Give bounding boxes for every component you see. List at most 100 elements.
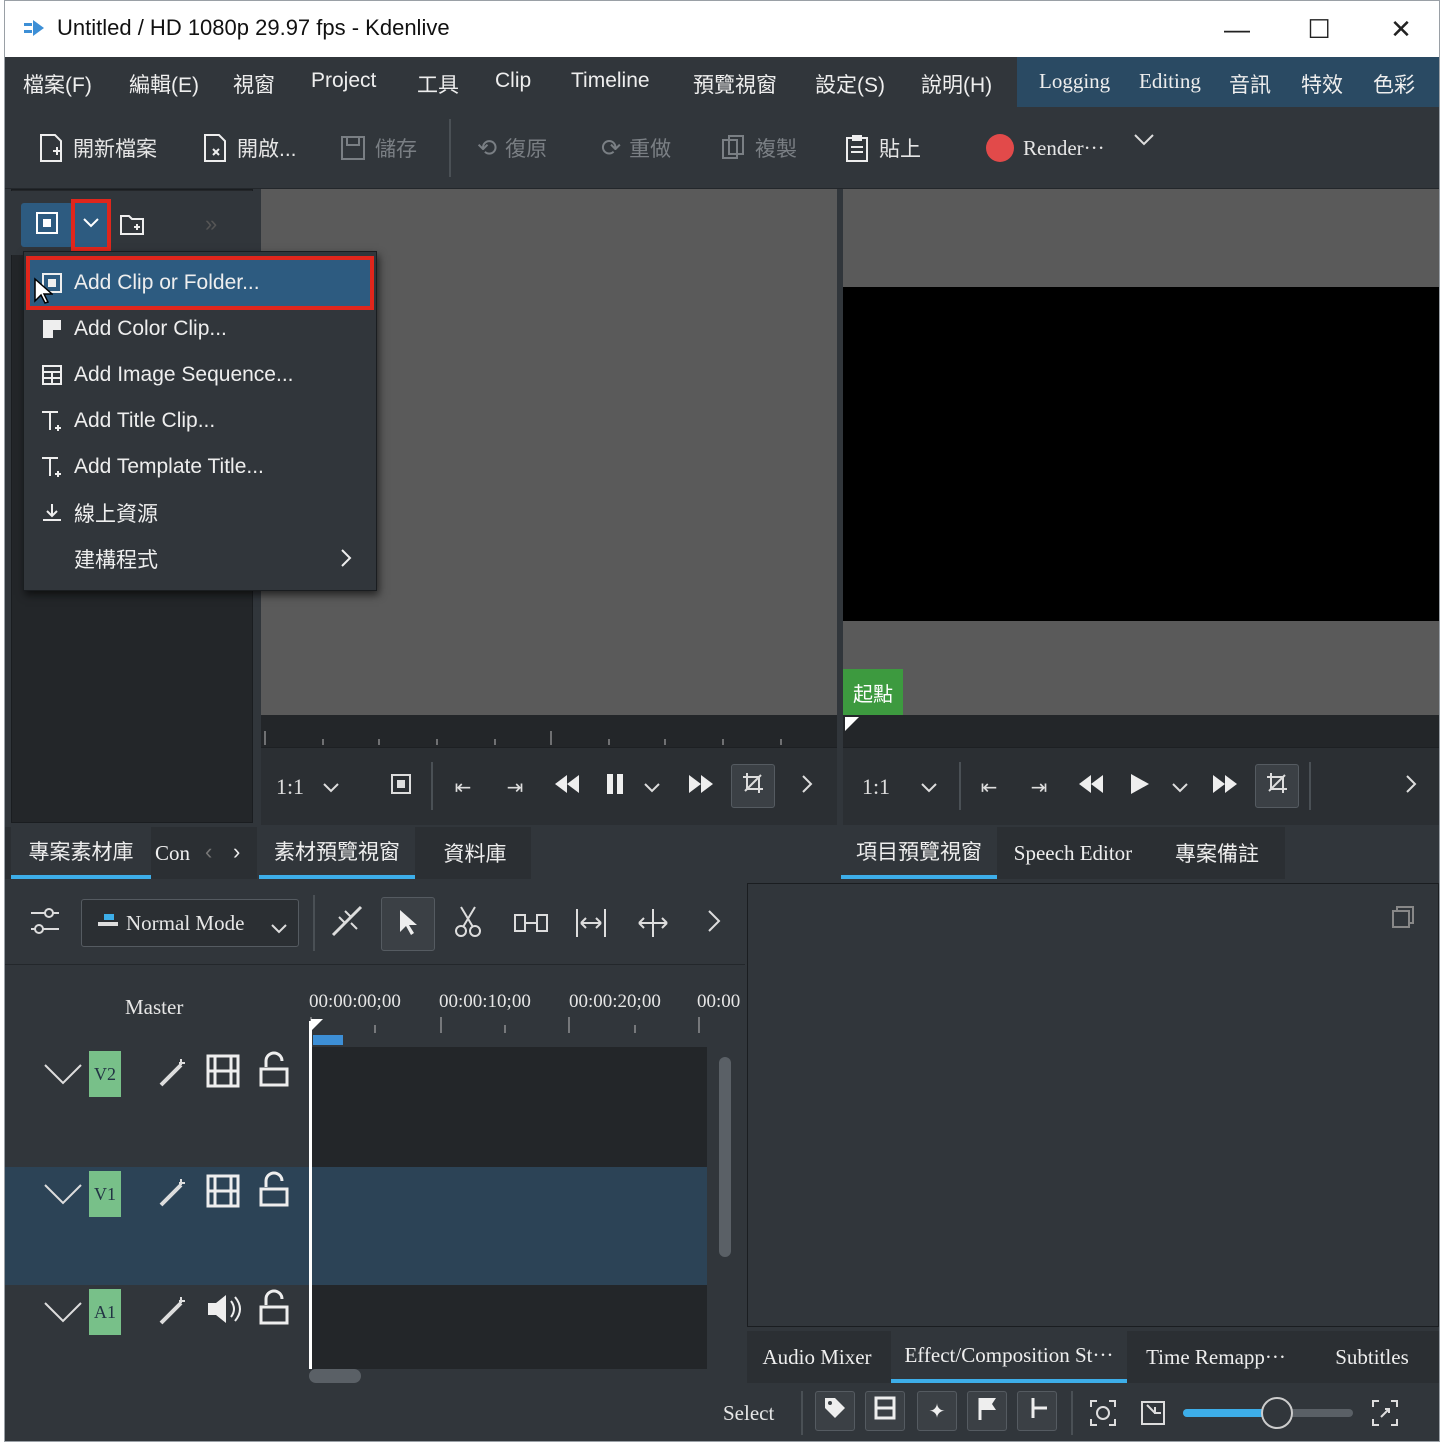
- lock-icon[interactable]: [257, 1171, 291, 1214]
- spacer-tool-button[interactable]: [513, 909, 549, 942]
- slip-tool-button[interactable]: [573, 907, 609, 944]
- split-audio-button[interactable]: [1017, 1391, 1057, 1431]
- tab-scroll-right-icon[interactable]: ›: [233, 839, 240, 865]
- zoom-to-fit-button[interactable]: [1089, 1399, 1117, 1432]
- menu-help[interactable]: 說明(H): [921, 69, 992, 99]
- tab-scroll-left-icon[interactable]: ‹: [205, 839, 212, 865]
- edit-mode-select[interactable]: Normal Mode: [81, 899, 299, 947]
- tab-project-bin[interactable]: 專案素材庫: [11, 827, 151, 879]
- razor-tool-button[interactable]: [453, 905, 483, 942]
- project-forward-button[interactable]: [1205, 770, 1245, 804]
- minimize-button[interactable]: —: [1207, 9, 1267, 49]
- menu-clip[interactable]: Clip: [495, 69, 531, 93]
- layout-logging[interactable]: Logging: [1039, 69, 1110, 94]
- track-effects-icon[interactable]: [157, 1293, 191, 1332]
- zoom-slider-handle[interactable]: [1260, 1397, 1293, 1429]
- menu-add-color-clip[interactable]: Add Color Clip...: [30, 306, 370, 352]
- project-rewind-button[interactable]: [1071, 770, 1111, 804]
- collapse-track-icon[interactable]: [43, 1181, 83, 1210]
- thumbnails-toggle-button[interactable]: [865, 1391, 905, 1431]
- project-set-in-button[interactable]: ⇤: [969, 770, 1009, 804]
- ripple-tool-button[interactable]: [635, 907, 671, 944]
- forward-button[interactable]: [681, 770, 721, 804]
- project-play-options-button[interactable]: [1165, 770, 1195, 804]
- snap-toggle-button[interactable]: ✦: [917, 1391, 957, 1431]
- crop-button[interactable]: [731, 764, 775, 808]
- tab-project-monitor[interactable]: 項目預覽視窗: [841, 827, 997, 879]
- add-clip-menu-button[interactable]: [71, 199, 111, 251]
- menu-settings[interactable]: 設定(S): [815, 69, 885, 99]
- paste-button[interactable]: 貼上: [843, 133, 921, 163]
- track-effects-icon[interactable]: [157, 1055, 191, 1094]
- tab-compositions[interactable]: Con: [155, 827, 203, 879]
- lock-icon[interactable]: [257, 1289, 291, 1332]
- select-tool-button[interactable]: [381, 897, 435, 951]
- project-more-controls-button[interactable]: [1391, 770, 1431, 804]
- set-out-button[interactable]: ⇥: [495, 770, 535, 804]
- set-in-button[interactable]: ⇤: [443, 770, 483, 804]
- add-clip-button[interactable]: [21, 203, 73, 247]
- track-name-v1[interactable]: V1: [89, 1171, 121, 1217]
- copy-button[interactable]: 複製: [719, 133, 797, 163]
- speaker-icon[interactable]: [205, 1291, 243, 1332]
- tab-time-remap[interactable]: Time Remapp···: [1131, 1331, 1301, 1383]
- menu-project[interactable]: Project: [311, 69, 376, 93]
- layout-color[interactable]: 色彩: [1373, 69, 1415, 99]
- track-lane-a1[interactable]: [309, 1285, 707, 1369]
- save-button[interactable]: 儲存: [339, 133, 417, 163]
- playhead[interactable]: [309, 1021, 312, 1369]
- more-controls-button[interactable]: [787, 770, 827, 804]
- tag-filter-button[interactable]: [815, 1391, 855, 1431]
- timeline-ruler[interactable]: 00:00:00;00 00:00:10;00 00:00:20;00 00:0…: [309, 981, 745, 1045]
- timeline-vertical-scrollbar[interactable]: [719, 1057, 731, 1257]
- tab-library[interactable]: 資料庫: [419, 827, 531, 879]
- collapse-track-icon[interactable]: [43, 1299, 83, 1328]
- track-header-v2[interactable]: V2: [5, 1047, 309, 1167]
- project-monitor-ruler[interactable]: [843, 715, 1439, 747]
- menu-tools[interactable]: 工具: [417, 69, 459, 99]
- create-folder-button[interactable]: [115, 209, 149, 243]
- close-button[interactable]: ✕: [1371, 9, 1431, 49]
- film-strip-icon[interactable]: [205, 1053, 241, 1094]
- clip-mode-button[interactable]: [381, 770, 421, 804]
- menu-add-clip-or-folder[interactable]: Add Clip or Folder...: [26, 256, 374, 310]
- menu-timeline[interactable]: Timeline: [571, 69, 650, 93]
- track-effects-icon[interactable]: [157, 1175, 191, 1214]
- menu-add-title-clip[interactable]: Add Title Clip...: [30, 398, 370, 444]
- maximize-button[interactable]: ☐: [1289, 9, 1349, 49]
- film-strip-icon[interactable]: [205, 1173, 241, 1214]
- menu-online-resources[interactable]: 線上資源: [30, 490, 370, 536]
- track-lane-v1[interactable]: [309, 1167, 707, 1285]
- layout-effects[interactable]: 特效: [1301, 69, 1343, 99]
- track-lane-v2[interactable]: [309, 1047, 707, 1167]
- layout-editing[interactable]: Editing: [1139, 69, 1201, 94]
- clip-monitor-ruler[interactable]: [261, 715, 837, 747]
- render-button[interactable]: Render···: [985, 133, 1105, 163]
- project-play-button[interactable]: [1119, 770, 1159, 804]
- project-set-out-button[interactable]: ⇥: [1019, 770, 1059, 804]
- menu-edit[interactable]: 編輯(E): [129, 69, 199, 99]
- master-label[interactable]: Master: [125, 995, 183, 1020]
- menu-add-template-title[interactable]: Add Template Title...: [30, 444, 370, 490]
- tab-project-notes[interactable]: 專案備註: [1149, 827, 1285, 879]
- track-name-a1[interactable]: A1: [89, 1289, 121, 1335]
- rewind-button[interactable]: [547, 770, 587, 804]
- zoom-out-button[interactable]: [1139, 1399, 1167, 1432]
- track-header-v1[interactable]: V1: [5, 1167, 309, 1285]
- timeline-horizontal-scrollbar[interactable]: [309, 1369, 361, 1383]
- redo-button[interactable]: ⟳ 重做: [601, 133, 671, 163]
- more-tools-icon[interactable]: »: [205, 211, 217, 237]
- tab-subtitles[interactable]: Subtitles: [1303, 1331, 1439, 1383]
- layout-audio[interactable]: 音訊: [1229, 69, 1271, 99]
- project-zoom-select[interactable]: 1:1: [855, 770, 945, 804]
- clip-zoom-select[interactable]: 1:1: [273, 770, 343, 804]
- markers-toggle-button[interactable]: [967, 1391, 1007, 1431]
- tab-speech-editor[interactable]: Speech Editor: [1001, 827, 1145, 879]
- lock-icon[interactable]: [257, 1051, 291, 1094]
- timeline-settings-button[interactable]: [27, 903, 63, 944]
- tab-clip-monitor[interactable]: 素材預覽視窗: [259, 827, 415, 879]
- new-button[interactable]: 開新檔案: [37, 133, 157, 163]
- pause-button[interactable]: [595, 770, 635, 804]
- more-timeline-tools[interactable]: [707, 909, 721, 938]
- menu-view[interactable]: 視窗: [233, 69, 275, 99]
